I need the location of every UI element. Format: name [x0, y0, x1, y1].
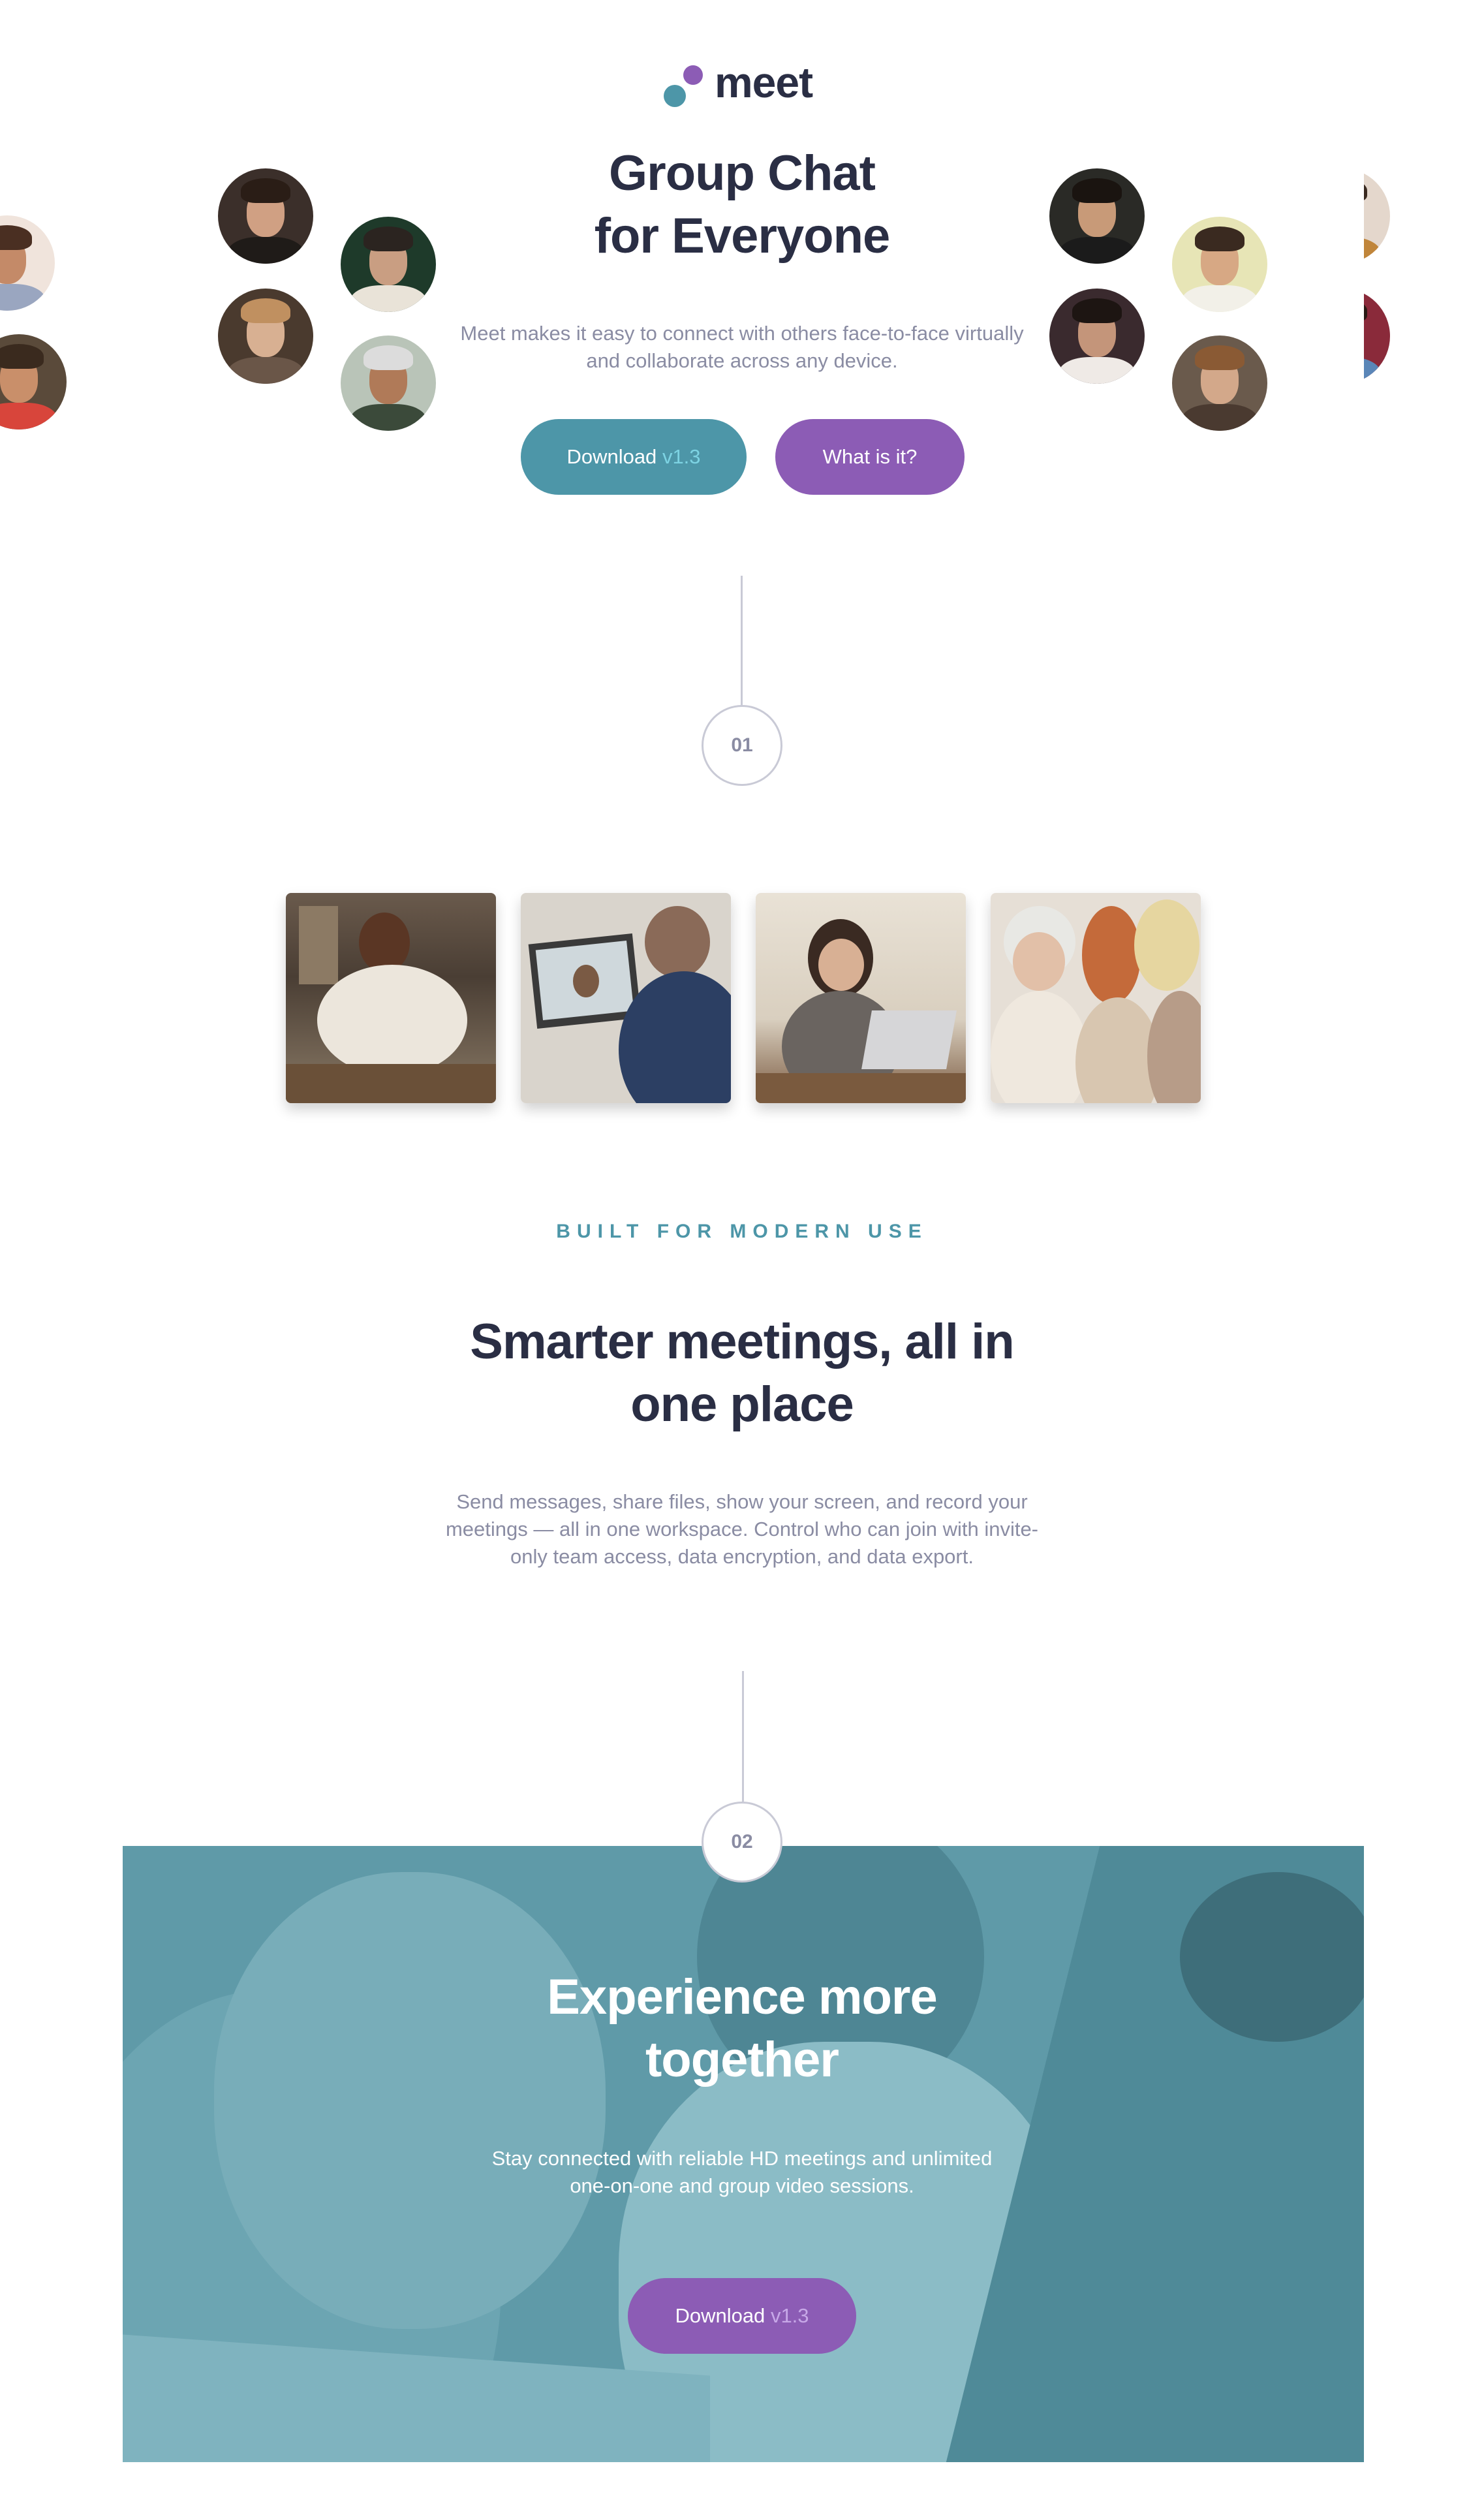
download-version: v1.3	[770, 2304, 809, 2327]
features-title-line2: one place	[630, 1377, 854, 1432]
experience-title-line1: Experience more	[547, 1969, 938, 2025]
experience-body: Stay connected with reliable HD meetings…	[491, 2147, 993, 2197]
panel-bg-shape	[214, 1872, 606, 2329]
step-badge-02: 02	[702, 1802, 782, 1883]
hero-title-line2: for Everyone	[594, 208, 891, 264]
avatar	[1172, 217, 1267, 312]
step-badge-01: 01	[702, 705, 782, 786]
step-connector-line	[741, 576, 743, 706]
features-title-line1: Smarter meetings, all in	[470, 1314, 1014, 1369]
avatar	[218, 289, 313, 384]
gallery-photo-man-phone	[286, 893, 496, 1103]
avatar	[1364, 168, 1390, 264]
features-title: Smarter meetings, all in one place	[416, 1311, 1068, 1436]
avatar	[341, 336, 436, 431]
what-is-it-label: What is it?	[822, 445, 918, 468]
hero-title-line1: Group Chat	[609, 146, 876, 201]
download-button[interactable]: Download v1.3	[521, 419, 747, 495]
logo-wordmark: meet	[715, 58, 813, 106]
left-avatar-cluster	[0, 0, 123, 2500]
avatar	[0, 215, 55, 311]
gallery-photo-woman-laptop	[756, 893, 966, 1103]
step-connector-line	[742, 1671, 744, 1802]
experience-title: Experience more together	[481, 1966, 1003, 2091]
download-version: v1.3	[662, 445, 701, 468]
logo-purple-dot	[683, 65, 703, 85]
avatar	[1364, 289, 1390, 384]
logo-teal-dot	[664, 85, 686, 107]
avatar	[218, 168, 313, 264]
experience-title-line2: together	[645, 2032, 839, 2087]
what-is-it-button[interactable]: What is it?	[775, 419, 965, 495]
avatar	[1049, 289, 1145, 384]
hero-subtitle: Meet makes it easy to connect with other…	[460, 322, 1024, 372]
avatar	[0, 334, 67, 430]
avatar	[1049, 168, 1145, 264]
hero-title: Group Chat for Everyone	[481, 142, 1003, 268]
features-body: Send messages, share files, show your sc…	[445, 1490, 1039, 1568]
right-avatar-cluster	[1364, 0, 1484, 2500]
experience-download-button[interactable]: Download v1.3	[628, 2278, 856, 2354]
panel-bg-shape	[1180, 1872, 1364, 2042]
gallery-photo-video-call	[521, 893, 731, 1103]
avatar	[341, 217, 436, 312]
meet-logo[interactable]: meet	[664, 58, 820, 112]
gallery-photo-friends-phone	[991, 893, 1201, 1103]
download-button-label: Download	[566, 445, 657, 468]
features-eyebrow: BUILT FOR MODERN USE	[556, 1221, 928, 1242]
avatar	[1172, 336, 1267, 431]
download-button-label: Download	[675, 2304, 765, 2327]
